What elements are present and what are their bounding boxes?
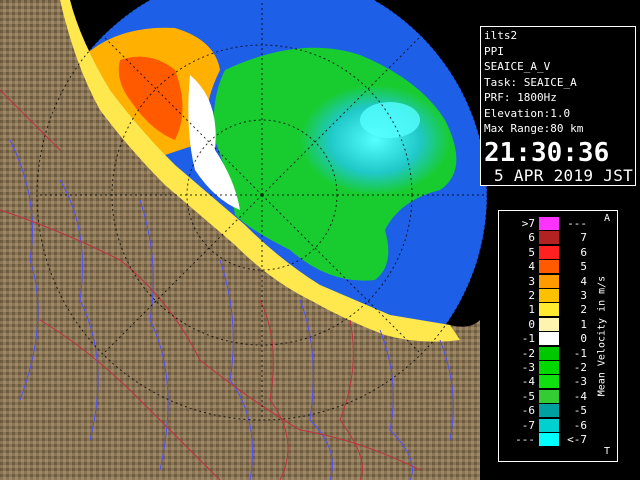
legend-upper-bound: -5 [573,404,587,418]
legend-lower-bound: -2 [521,346,535,360]
scan-time: 21:30:36 [484,137,610,168]
legend-upper-bound: 4 [580,274,587,288]
legend-color-swatch [539,361,559,374]
legend-lower-bound: 2 [528,289,535,302]
legend-top-marker: A [604,213,611,224]
legend-lower-bound: -5 [521,389,535,403]
cyan-velocity-region [300,85,450,195]
legend-upper-bound: -3 [573,375,587,389]
legend-upper-bound: 1 [580,317,587,331]
legend-upper-bound: 0 [580,332,587,346]
legend-lower-bound: >7 [521,217,535,230]
legend-row: --- <-7 [499,433,617,447]
legend-lower-bound: -1 [521,332,535,346]
legend-color-swatch [539,317,559,331]
legend-row: >7 --- [499,217,617,231]
legend-row: 45 [499,260,617,274]
legend-upper-bound: -1 [573,346,587,360]
legend-color-swatch [539,404,559,418]
legend-row: -7 -6 [499,418,617,433]
elevation-value: Elevation:1.0 [484,106,571,120]
legend-color-swatch [539,289,559,302]
legend-lower-bound: -4 [521,375,535,389]
legend-lower-bound: 6 [528,231,535,245]
legend-row: 56 [499,245,617,260]
radar-info-panel: ilts2 PPI SEAICE_A_V Task: SEAICE_A PRF:… [480,26,636,186]
legend-lower-bound: -6 [521,404,535,418]
legend-upper-bound: 6 [580,245,587,259]
max-range-value: Max Range:80 km [484,122,584,135]
cyan-velocity-core [360,102,420,138]
legend-row: 67 [499,231,617,245]
legend-color-swatch [539,418,559,432]
task-name: Task: SEAICE_A [484,75,577,89]
legend-bottom-marker: T [604,446,611,457]
product-name: SEAICE_A_V [484,60,551,73]
legend-upper-bound: -6 [573,418,587,432]
legend-upper-bound: 5 [580,260,587,274]
velocity-legend: >7 --- 6 7 5 6 4 5 3 4 2 3 1 2 0 1 -1 0 -2 -1 -3 -2 -4 -3 -5 -4 -6… [498,210,618,462]
legend-upper-bound: 7 [580,231,587,245]
legend-lower-bound: -7 [521,418,535,432]
legend-lower-bound: 4 [528,260,535,274]
legend-lower-bound: --- [515,433,535,446]
legend-upper-bound: -2 [573,361,587,374]
legend-color-swatch [539,217,559,230]
legend-color-swatch [539,389,559,403]
legend-upper-bound: -4 [573,389,587,403]
legend-color-swatch [539,303,559,317]
legend-upper-bound: 3 [580,289,587,302]
legend-lower-bound: 3 [528,274,535,288]
legend-color-swatch [539,332,559,346]
legend-color-swatch [539,375,559,389]
legend-lower-bound: 1 [528,303,535,317]
prf-value: PRF: 1800Hz [484,91,557,104]
legend-color-swatch [539,260,559,274]
scan-date: 5 APR 2019 JST [494,165,634,185]
legend-row: -6 -5 [499,404,617,418]
legend-color-swatch [539,433,559,446]
legend-lower-bound: -3 [521,361,535,374]
legend-upper-bound: --- [567,217,587,230]
legend-color-swatch [539,346,559,360]
legend-title: Mean Velocity in m/s [596,275,608,397]
legend-color-swatch [539,274,559,288]
legend-lower-bound: 5 [528,245,535,259]
legend-color-swatch [539,231,559,245]
legend-upper-bound: 2 [580,303,587,317]
legend-upper-bound: <-7 [567,433,587,446]
scan-type: PPI [484,44,504,58]
site-name: ilts2 [484,29,518,42]
legend-color-swatch [539,245,559,259]
legend-lower-bound: 0 [528,317,535,331]
